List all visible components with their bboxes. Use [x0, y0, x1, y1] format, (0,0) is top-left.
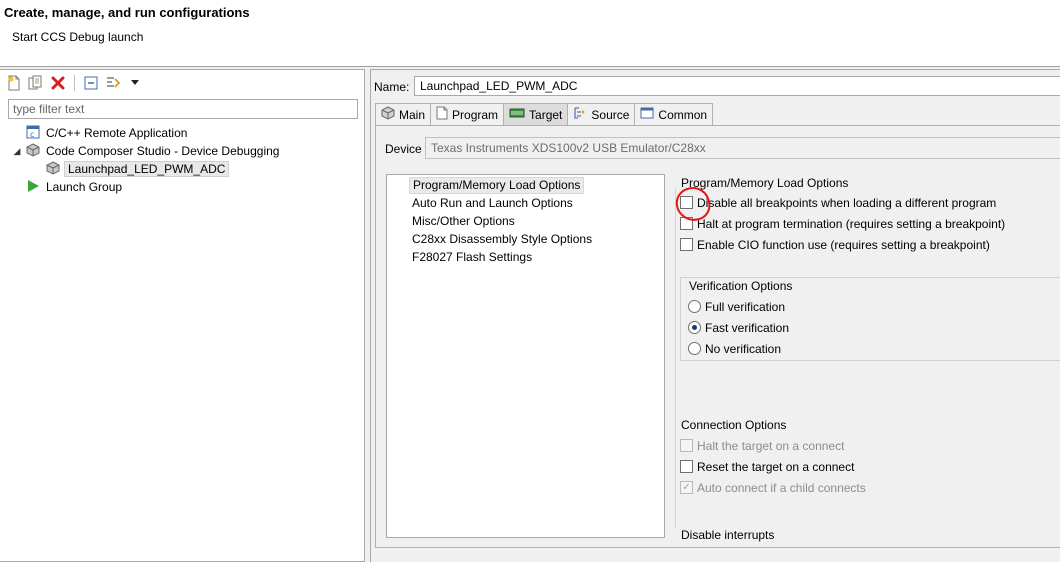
device-label: Device: [385, 142, 422, 156]
checkbox-box[interactable]: ✓: [680, 481, 693, 494]
tab-label: Target: [529, 107, 563, 122]
category-item[interactable]: C28xx Disassembly Style Options: [409, 231, 595, 248]
radio-selected-dot: [692, 325, 697, 330]
options-pane: Program/Memory Load Options Disable all …: [670, 174, 1060, 544]
tab-label: Main: [399, 107, 426, 122]
group-divider: [675, 188, 676, 528]
c-app-icon: c: [26, 125, 40, 142]
radio-label: Full verification: [705, 299, 786, 314]
checkbox-label: Disable all breakpoints when loading a d…: [697, 195, 997, 210]
category-item[interactable]: F28027 Flash Settings: [409, 249, 535, 266]
play-icon: [26, 179, 40, 196]
checkbox-label: Halt the target on a connect: [697, 438, 845, 453]
tab-label: Common: [658, 107, 708, 122]
auto-connect-checkbox[interactable]: ✓ Auto connect if a child connects: [680, 479, 866, 496]
expanded-arrow-icon[interactable]: ◢: [12, 146, 22, 157]
configuration-tree-panel: c C/C++ Remote Application ◢ Code Compos…: [0, 69, 365, 562]
collapse-all-icon[interactable]: [81, 73, 101, 93]
option-category-list: Program/Memory Load Options Auto Run and…: [386, 174, 665, 538]
source-icon: [573, 106, 587, 123]
tab-label: Program: [452, 107, 499, 122]
radio-label: Fast verification: [705, 320, 790, 335]
tab-label: Source: [591, 107, 630, 122]
checkbox-box[interactable]: [680, 439, 693, 452]
dialog-subtitle: Start CCS Debug launch: [12, 30, 144, 44]
duplicate-icon[interactable]: [26, 73, 46, 93]
device-field[interactable]: Texas Instruments XDS100v2 USB Emulator/…: [425, 137, 1060, 159]
category-item[interactable]: Auto Run and Launch Options: [409, 195, 576, 212]
disable-interrupts-title: Disable interrupts: [681, 528, 775, 542]
radio-button[interactable]: [688, 300, 701, 313]
checkbox-label: Halt at program termination (requires se…: [697, 216, 1006, 231]
category-item[interactable]: Program/Memory Load Options: [409, 177, 585, 194]
name-input[interactable]: [414, 76, 1060, 96]
radio-button[interactable]: [688, 342, 701, 355]
radio-no-verification[interactable]: No verification: [688, 340, 781, 357]
tree-item-launchpad-config[interactable]: Launchpad_LED_PWM_ADC: [32, 160, 230, 178]
configuration-editor-panel: Name: Main Program Target Source: [370, 69, 1060, 562]
tree-item-c-remote-app[interactable]: c C/C++ Remote Application: [12, 124, 189, 142]
enable-cio-checkbox[interactable]: Enable CIO function use (requires settin…: [680, 236, 990, 253]
radio-fast-verification[interactable]: Fast verification: [688, 319, 789, 336]
config-tabs: Main Program Target Source Common: [375, 103, 714, 125]
name-label: Name:: [374, 80, 410, 94]
tab-source[interactable]: Source: [567, 103, 636, 125]
page-icon: [436, 106, 448, 123]
category-item[interactable]: Misc/Other Options: [409, 213, 518, 230]
reset-on-connect-checkbox[interactable]: Reset the target on a connect: [680, 458, 854, 475]
tree-item-launch-group[interactable]: Launch Group: [12, 178, 124, 196]
radio-button[interactable]: [688, 321, 701, 334]
new-config-icon[interactable]: [4, 73, 24, 93]
tab-program[interactable]: Program: [430, 103, 505, 125]
load-options-title: Program/Memory Load Options: [681, 176, 849, 190]
checkbox-label: Auto connect if a child connects: [697, 480, 866, 495]
ccs-cube-icon: [46, 160, 60, 178]
radio-label: No verification: [705, 341, 782, 356]
toolbar-separator: [74, 75, 75, 91]
tree-item-label: C/C++ Remote Application: [46, 126, 188, 140]
svg-text:c: c: [30, 130, 34, 139]
checkbox-label: Reset the target on a connect: [697, 459, 855, 474]
chip-icon: [509, 107, 525, 122]
dialog-title: Create, manage, and run configurations: [4, 5, 250, 20]
dialog-header: Create, manage, and run configurations S…: [0, 0, 1060, 66]
filter-input[interactable]: [8, 99, 358, 119]
tab-target[interactable]: Target: [503, 103, 569, 125]
verification-title: Verification Options: [689, 279, 793, 293]
ccs-cube-icon: [26, 142, 40, 160]
tab-main[interactable]: Main: [375, 103, 432, 125]
tree-item-ccs-device-debugging[interactable]: ◢ Code Composer Studio - Device Debuggin…: [12, 142, 281, 160]
checkbox-box[interactable]: [680, 460, 693, 473]
target-tab-content: Device Texas Instruments XDS100v2 USB Em…: [375, 125, 1060, 548]
radio-full-verification[interactable]: Full verification: [688, 298, 785, 315]
tree-item-label: Launch Group: [46, 180, 123, 194]
halt-at-termination-checkbox[interactable]: Halt at program termination (requires se…: [680, 215, 1005, 232]
tab-common[interactable]: Common: [634, 103, 714, 125]
filter-icon[interactable]: [103, 73, 123, 93]
tree-item-label: Code Composer Studio - Device Debugging: [46, 144, 280, 158]
tree-item-label: Launchpad_LED_PWM_ADC: [64, 161, 230, 177]
window-icon: [640, 107, 654, 122]
cube-icon: [381, 106, 395, 123]
halt-on-connect-checkbox[interactable]: Halt the target on a connect: [680, 437, 844, 454]
dropdown-arrow-icon[interactable]: [125, 73, 145, 93]
left-toolbar: [4, 73, 145, 93]
connection-options-title: Connection Options: [681, 418, 787, 432]
disable-breakpoints-checkbox[interactable]: Disable all breakpoints when loading a d…: [680, 194, 996, 211]
checkbox-label: Enable CIO function use (requires settin…: [697, 237, 990, 252]
checkbox-box[interactable]: [680, 238, 693, 251]
header-separator: [0, 66, 1060, 67]
delete-icon[interactable]: [48, 73, 68, 93]
